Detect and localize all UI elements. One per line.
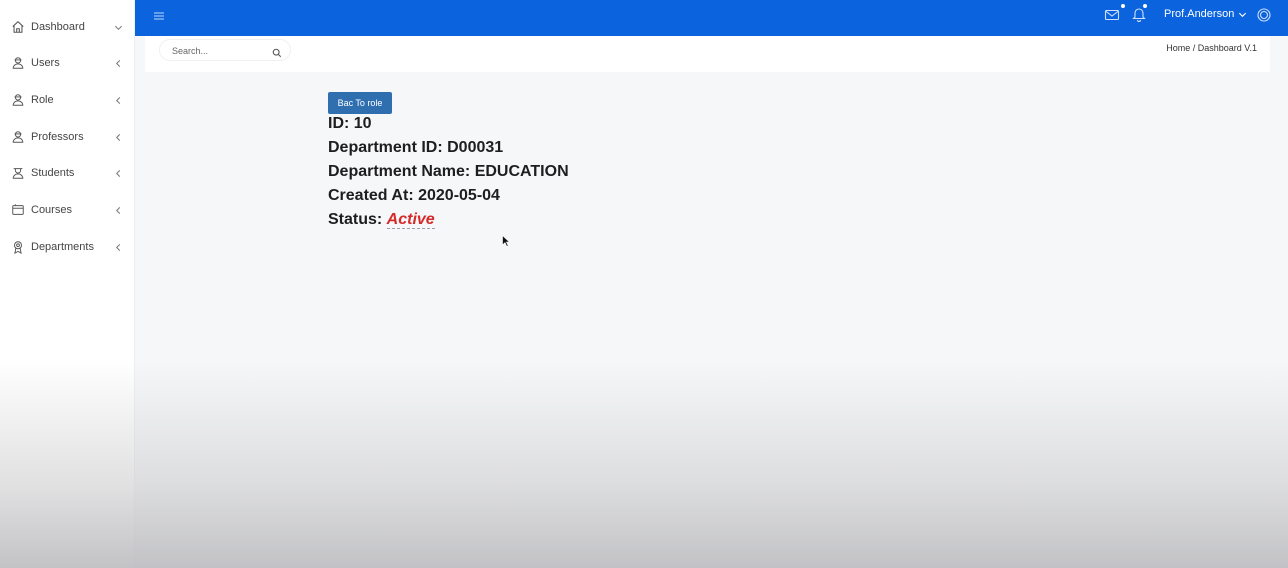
sidebar: Dashboard Users Role Professors Students… [0,0,135,568]
sidebar-item-students[interactable]: Students [0,158,135,188]
sidebar-item-label: Role [31,94,54,106]
chevron-left-icon [113,95,123,105]
status-label: Status: [328,211,387,228]
user-menu[interactable]: Prof.Anderson [1164,8,1247,20]
sidebar-item-label: Users [31,57,60,69]
user-icon [11,130,25,144]
settings-icon[interactable] [1256,7,1274,25]
search-input[interactable] [172,43,268,58]
student-icon [11,166,25,180]
user-icon [11,93,25,107]
id-line: ID: 10 [328,115,372,133]
breadcrumb-current: Dashboard V.1 [1197,43,1257,53]
back-to-role-button[interactable]: Bac To role [328,92,392,114]
chevron-left-icon [113,242,123,252]
breadcrumb: Home / Dashboard V.1 [1166,43,1257,53]
bell-icon[interactable] [1131,6,1149,24]
sidebar-item-departments[interactable]: Departments [0,232,135,262]
sidebar-item-professors[interactable]: Professors [0,122,135,152]
chevron-left-icon [113,205,123,215]
bell-notification-dot [1143,4,1147,8]
search-box [159,39,291,61]
id-value: 10 [353,115,372,132]
chevron-left-icon [113,132,123,142]
sidebar-item-label: Professors [31,131,84,143]
sidebar-item-users[interactable]: Users [0,48,135,78]
breadcrumb-home[interactable]: Home [1166,43,1190,53]
department-id-label: Department ID: [328,139,448,156]
chevron-left-icon [113,168,123,178]
department-name-label: Department Name: [328,163,475,180]
search-icon[interactable] [272,45,282,58]
mail-icon[interactable] [1104,7,1122,25]
page-header-bar: Home / Dashboard V.1 [145,36,1270,72]
chevron-down-icon [113,22,123,32]
created-at-line: Created At: 2020-05-04 [328,187,500,205]
department-name-value: EDUCATION [474,163,569,180]
sidebar-item-role[interactable]: Role [0,85,135,115]
created-at-label: Created At: [328,187,419,204]
menu-icon[interactable] [152,9,166,23]
award-icon [11,240,25,254]
sidebar-item-label: Departments [31,241,94,253]
status-badge[interactable]: Active [386,211,435,229]
sidebar-item-label: Courses [31,204,72,216]
sidebar-item-label: Students [31,167,75,179]
id-label: ID: [328,115,354,132]
chevron-down-icon [1239,12,1247,17]
status-line: Status: Active [328,211,435,229]
user-icon [11,56,25,70]
created-at-value: 2020-05-04 [418,187,500,204]
home-icon [11,20,25,34]
chevron-left-icon [113,58,123,68]
sidebar-item-label: Dashboard [31,21,85,33]
department-id-value: D00031 [447,139,504,156]
sidebar-item-dashboard[interactable]: Dashboard [0,12,135,42]
department-name-line: Department Name: EDUCATION [328,163,569,181]
mail-notification-dot [1121,4,1125,8]
breadcrumb-separator: / [1190,43,1198,53]
top-navbar: Prof.Anderson [135,0,1288,36]
user-name-label: Prof.Anderson [1164,8,1235,20]
department-id-line: Department ID: D00031 [328,139,503,157]
mouse-cursor-icon [502,234,511,247]
sidebar-item-courses[interactable]: Courses [0,195,135,225]
bottom-fade-overlay [0,360,1288,568]
book-icon [11,203,25,217]
